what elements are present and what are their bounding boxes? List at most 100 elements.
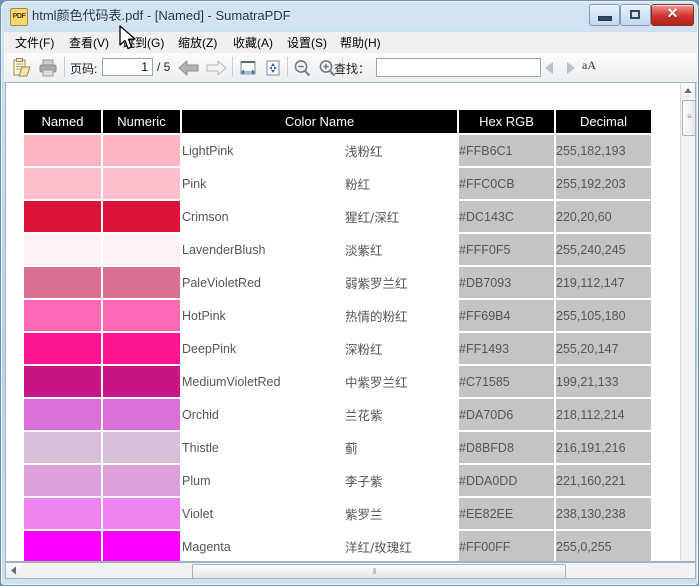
- sumatrapdf-window: PDF html颜色代码表.pdf - [Named] - SumatraPDF…: [0, 0, 699, 586]
- color-name-cn: 蓟: [342, 430, 460, 465]
- fit-width-icon[interactable]: [238, 58, 258, 78]
- color-hex-value: #DB7093: [457, 265, 557, 300]
- table-row: Violet 紫罗兰 #EE82EE 238,130,238: [22, 496, 654, 531]
- color-name-en: Thistle: [180, 430, 345, 465]
- scroll-left-arrow-icon[interactable]: [6, 563, 22, 578]
- forward-arrow-icon[interactable]: [204, 58, 228, 78]
- color-hex-value: #FF69B4: [457, 298, 557, 333]
- horizontal-scroll-thumb[interactable]: ⦀: [192, 564, 566, 579]
- color-name-en: Crimson: [180, 199, 345, 234]
- color-name-cn: 李子紫: [342, 463, 460, 498]
- toolbar: 页码: 1 / 5 查找： aA: [4, 53, 697, 83]
- color-swatch-named: [22, 463, 103, 498]
- vertical-scroll-thumb[interactable]: ≡: [682, 100, 696, 136]
- column-header-numeric: Numeric: [101, 108, 182, 135]
- horizontal-scrollbar[interactable]: ⦀: [5, 562, 696, 579]
- color-swatch-numeric: [101, 331, 182, 366]
- column-header-named: Named: [22, 108, 103, 135]
- color-decimal-value: 255,182,193: [554, 133, 654, 168]
- color-swatch-numeric: [101, 430, 182, 465]
- color-hex-value: #C71585: [457, 364, 557, 399]
- column-header-hex: Hex RGB: [457, 108, 557, 135]
- color-decimal-value: 220,20,60: [554, 199, 654, 234]
- table-row: Magenta 洋红/玫瑰红 #FF00FF 255,0,255: [22, 529, 654, 561]
- table-row: Crimson 猩红/深红 #DC143C 220,20,60: [22, 199, 654, 234]
- open-document-icon[interactable]: [11, 58, 31, 78]
- table-header-row: Named Numeric Color Name Hex RGB Decimal: [22, 108, 654, 135]
- pdf-viewport[interactable]: Named Numeric Color Name Hex RGB Decimal…: [5, 82, 680, 562]
- color-hex-value: #DDA0DD: [457, 463, 557, 498]
- color-swatch-numeric: [101, 364, 182, 399]
- color-swatch-named: [22, 265, 103, 300]
- table-row: HotPink 热情的粉红 #FF69B4 255,105,180: [22, 298, 654, 333]
- menu-item-goto[interactable]: 跳到(G): [118, 34, 169, 52]
- page-count-label: / 5: [157, 60, 171, 74]
- color-swatch-numeric: [101, 199, 182, 234]
- color-decimal-value: 238,130,238: [554, 496, 654, 531]
- close-icon: ✕: [666, 7, 679, 22]
- color-hex-value: #FF1493: [457, 331, 557, 366]
- color-name-cn: 弱紫罗兰红: [342, 265, 460, 300]
- color-swatch-named: [22, 232, 103, 267]
- color-name-en: LavenderBlush: [180, 232, 345, 267]
- column-header-color-name: Color Name: [179, 108, 460, 135]
- color-name-cn: 兰花紫: [342, 397, 460, 432]
- color-name-cn: 紫罗兰: [342, 496, 460, 531]
- color-name-cn: 淡紫红: [342, 232, 460, 267]
- fit-page-icon[interactable]: [263, 58, 283, 78]
- find-input[interactable]: [376, 58, 541, 77]
- color-name-en: Violet: [180, 496, 345, 531]
- table-row: Orchid 兰花紫 #DA70D6 218,112,214: [22, 397, 654, 432]
- match-case-icon[interactable]: aA: [582, 56, 604, 76]
- minimize-icon: [598, 16, 612, 21]
- color-swatch-named: [22, 397, 103, 432]
- color-hex-value: #EE82EE: [457, 496, 557, 531]
- color-name-cn: 中紫罗兰红: [342, 364, 460, 399]
- find-previous-icon[interactable]: [542, 58, 558, 78]
- color-swatch-named: [22, 331, 103, 366]
- menu-bar: 文件(F) 查看(V) 跳到(G) 缩放(Z) 收藏(A) 设置(S) 帮助(H…: [4, 31, 697, 54]
- color-swatch-named: [22, 496, 103, 531]
- table-row: Plum 李子紫 #DDA0DD 221,160,221: [22, 463, 654, 498]
- page-number-input[interactable]: 1: [102, 58, 153, 76]
- menu-item-settings[interactable]: 设置(S): [282, 34, 332, 52]
- restore-button[interactable]: [620, 4, 651, 26]
- color-table: Named Numeric Color Name Hex RGB Decimal…: [22, 108, 654, 561]
- color-name-en: MediumVioletRed: [180, 364, 345, 399]
- title-bar: PDF html颜色代码表.pdf - [Named] - SumatraPDF…: [1, 1, 698, 31]
- color-hex-value: #DA70D6: [457, 397, 557, 432]
- print-icon[interactable]: [38, 58, 58, 78]
- menu-item-zoom[interactable]: 缩放(Z): [173, 34, 222, 52]
- zoom-out-icon[interactable]: [292, 58, 312, 78]
- table-row: LightPink 浅粉红 #FFB6C1 255,182,193: [22, 133, 654, 168]
- menu-item-view[interactable]: 查看(V): [64, 34, 114, 52]
- app-icon: PDF: [10, 8, 28, 26]
- find-next-icon[interactable]: [562, 58, 578, 78]
- table-row: Thistle 蓟 #D8BFD8 216,191,216: [22, 430, 654, 465]
- color-swatch-named: [22, 166, 103, 201]
- color-name-en: DeepPink: [180, 331, 345, 366]
- vertical-scrollbar[interactable]: ≡: [680, 82, 696, 562]
- scroll-up-arrow-icon[interactable]: [681, 83, 695, 98]
- color-name-cn: 猩红/深红: [342, 199, 460, 234]
- close-button[interactable]: ✕: [651, 4, 694, 26]
- color-swatch-numeric: [101, 265, 182, 300]
- color-hex-value: #DC143C: [457, 199, 557, 234]
- menu-item-help[interactable]: 帮助(H): [335, 34, 386, 52]
- color-name-en: Magenta: [180, 529, 345, 561]
- thumb-grip: ≡: [687, 112, 693, 121]
- color-decimal-value: 255,192,203: [554, 166, 654, 201]
- back-arrow-icon[interactable]: [177, 58, 201, 78]
- color-swatch-named: [22, 529, 103, 561]
- color-swatch-named: [22, 133, 103, 168]
- color-name-cn: 粉红: [342, 166, 460, 201]
- color-name-en: LightPink: [180, 133, 345, 168]
- color-decimal-value: 199,21,133: [554, 364, 654, 399]
- color-name-en: Pink: [180, 166, 345, 201]
- thumb-grip: ⦀: [373, 567, 378, 576]
- color-name-cn: 深粉红: [342, 331, 460, 366]
- menu-item-file[interactable]: 文件(F): [10, 34, 59, 52]
- minimize-button[interactable]: [589, 4, 620, 26]
- color-swatch-numeric: [101, 298, 182, 333]
- menu-item-favorites[interactable]: 收藏(A): [228, 34, 278, 52]
